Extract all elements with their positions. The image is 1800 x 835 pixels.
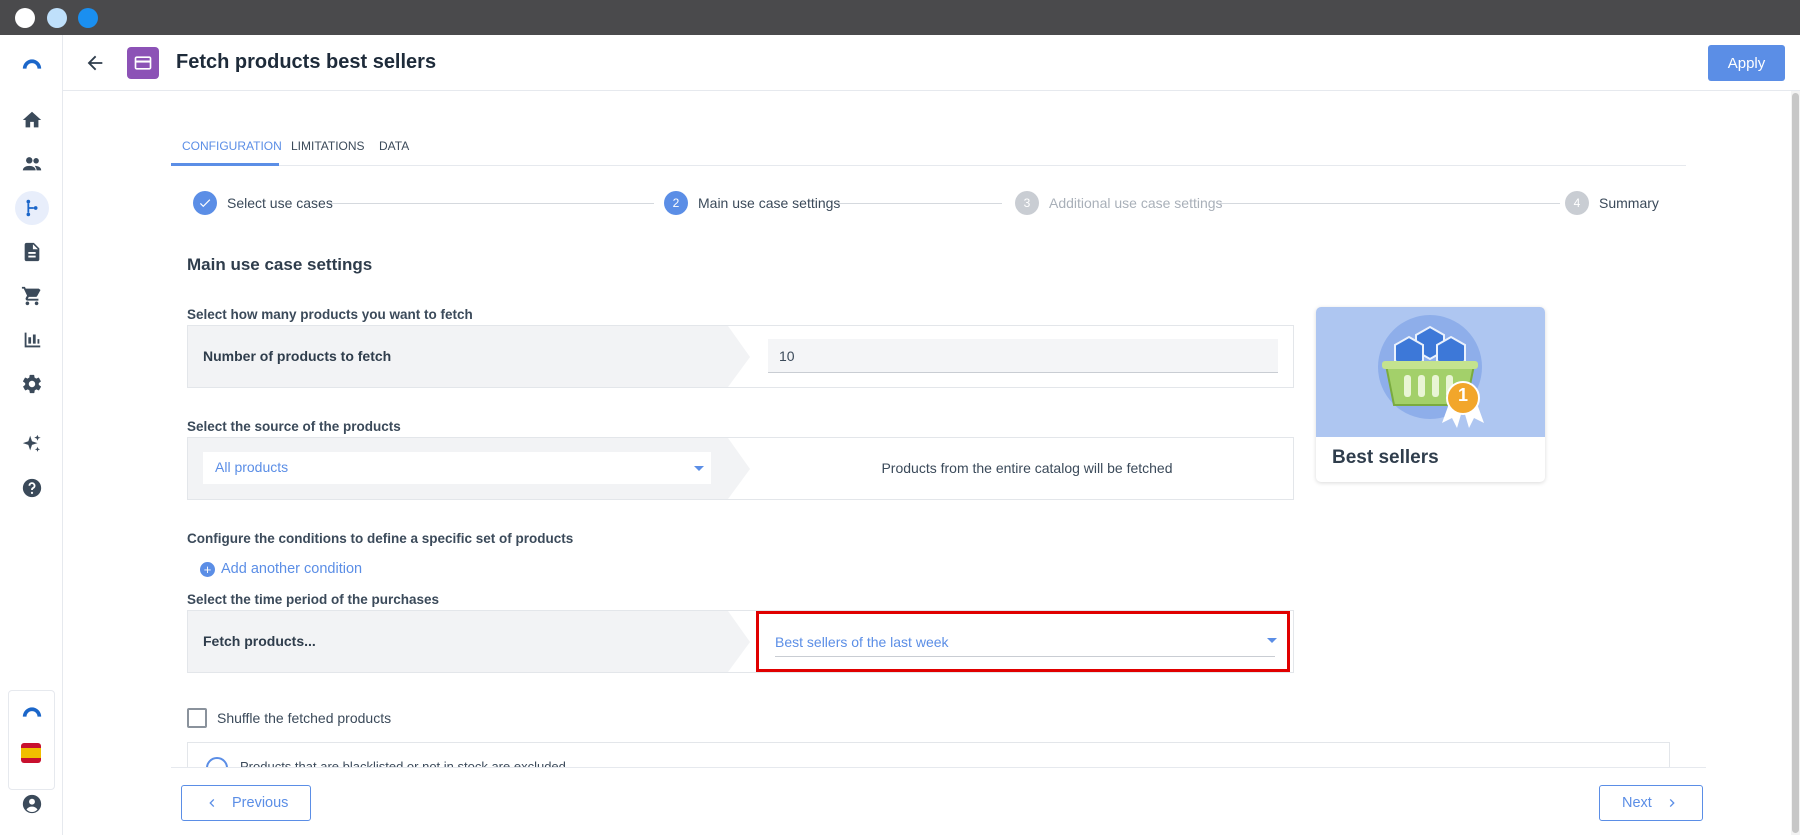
spain-flag-icon[interactable] xyxy=(21,743,41,763)
shuffle-label: Shuffle the fetched products xyxy=(217,710,392,726)
step-main-settings[interactable]: 2 Main use case settings xyxy=(664,191,840,215)
products-count-label: Number of products to fetch xyxy=(203,348,392,364)
row-label-panel: Fetch products... xyxy=(188,611,728,672)
scrollbar-thumb[interactable] xyxy=(1792,93,1799,833)
cart-icon[interactable] xyxy=(15,279,49,313)
card-title: Best sellers xyxy=(1332,447,1439,468)
period-label: Fetch products... xyxy=(203,633,316,649)
step-number: 4 xyxy=(1565,191,1589,215)
window-close-button[interactable] xyxy=(15,8,35,28)
shuffle-option[interactable]: Shuffle the fetched products xyxy=(187,708,391,728)
previous-button[interactable]: Previous xyxy=(181,785,312,821)
source-question: Select the source of the products xyxy=(187,419,401,434)
chevron-right-icon xyxy=(1669,799,1675,807)
tab-data[interactable]: DATA xyxy=(379,139,409,153)
add-condition-button[interactable]: + Add another condition xyxy=(200,561,362,577)
row-label-panel: Number of products to fetch xyxy=(188,326,728,387)
source-description: Products from the entire catalog will be… xyxy=(881,460,1173,476)
period-question: Select the time period of the purchases xyxy=(187,592,440,607)
chevron-down-icon xyxy=(694,466,704,471)
user-account-icon[interactable] xyxy=(15,787,49,821)
row-arrow xyxy=(728,438,750,499)
sparkle-icon[interactable] xyxy=(15,427,49,461)
apply-button[interactable]: Apply xyxy=(1708,45,1785,81)
bar-chart-icon[interactable] xyxy=(15,323,49,357)
people-icon[interactable] xyxy=(15,147,49,181)
document-icon[interactable] xyxy=(15,235,49,269)
page-header: Fetch products best sellers Apply xyxy=(63,35,1800,91)
logo-icon[interactable] xyxy=(15,47,49,81)
brand-logo-icon xyxy=(21,705,43,719)
window-maximize-button[interactable] xyxy=(78,8,98,28)
step-summary[interactable]: 4 Summary xyxy=(1565,191,1659,215)
step-number: 2 xyxy=(664,191,688,215)
home-icon[interactable] xyxy=(15,103,49,137)
tab-configuration[interactable]: CONFIGURATION xyxy=(182,139,282,153)
stepper: Select use cases 2 Main use case setting… xyxy=(193,191,1663,217)
sidebar xyxy=(0,35,63,835)
chevron-down-icon xyxy=(1267,638,1277,643)
chevron-left-icon xyxy=(209,799,215,807)
period-select-field: Best sellers of the last week xyxy=(775,627,1277,657)
period-select-value: Best sellers of the last week xyxy=(775,634,949,650)
step-additional-settings[interactable]: 3 Additional use case settings xyxy=(1015,191,1223,215)
step-connector xyxy=(837,203,1002,204)
period-select[interactable]: Best sellers of the last week xyxy=(756,611,1290,672)
tab-limitations[interactable]: LIMITATIONS xyxy=(291,139,365,153)
scrollbar[interactable] xyxy=(1791,91,1800,835)
plus-circle-icon: + xyxy=(200,561,215,577)
active-tab-indicator xyxy=(171,163,279,166)
flow-icon[interactable] xyxy=(15,191,49,225)
step-label: Select use cases xyxy=(227,195,333,211)
shuffle-checkbox[interactable] xyxy=(187,708,207,728)
source-select-value: All products xyxy=(215,459,289,475)
section-title: Main use case settings xyxy=(187,255,373,274)
badge-number: 1 xyxy=(1457,385,1468,405)
source-select[interactable]: All products xyxy=(203,452,711,484)
conditions-question: Configure the conditions to define a spe… xyxy=(187,531,574,546)
source-row: All products Products from the entire ca… xyxy=(187,437,1294,500)
row-select-panel: All products xyxy=(188,438,728,499)
window-minimize-button[interactable] xyxy=(47,8,67,28)
best-sellers-illustration: 1 xyxy=(1316,307,1545,437)
step-label: Main use case settings xyxy=(698,195,841,211)
step-label: Summary xyxy=(1599,195,1659,211)
window-titlebar xyxy=(0,0,1800,35)
footer-nav: Previous Next xyxy=(171,767,1706,835)
products-count-question: Select how many products you want to fet… xyxy=(187,307,473,322)
next-label: Next xyxy=(1622,795,1652,811)
step-number: 3 xyxy=(1015,191,1039,215)
next-button[interactable]: Next xyxy=(1599,785,1703,821)
payment-card-icon xyxy=(127,47,159,79)
row-arrow xyxy=(728,611,750,672)
products-count-row: Number of products to fetch xyxy=(187,325,1294,388)
tab-bar: CONFIGURATION LIMITATIONS DATA xyxy=(171,128,1686,166)
account-switcher[interactable] xyxy=(8,690,55,790)
add-condition-label: Add another condition xyxy=(221,561,363,577)
info-box: Products that are blacklisted or not in … xyxy=(187,742,1670,768)
previous-label: Previous xyxy=(232,795,289,811)
back-arrow-icon[interactable] xyxy=(83,51,107,75)
use-case-card: 1 Best sellers xyxy=(1316,307,1545,482)
help-icon[interactable] xyxy=(15,471,49,505)
step-connector xyxy=(1220,203,1560,204)
check-icon xyxy=(193,191,217,215)
step-label: Additional use case settings xyxy=(1049,195,1223,211)
gear-icon[interactable] xyxy=(15,367,49,401)
period-row: Fetch products... Best sellers of the la… xyxy=(187,610,1294,673)
step-select-use-cases[interactable]: Select use cases xyxy=(193,191,333,215)
row-arrow xyxy=(728,326,750,387)
products-count-input[interactable] xyxy=(768,339,1278,373)
step-connector xyxy=(329,203,654,204)
page-title: Fetch products best sellers xyxy=(176,51,437,73)
